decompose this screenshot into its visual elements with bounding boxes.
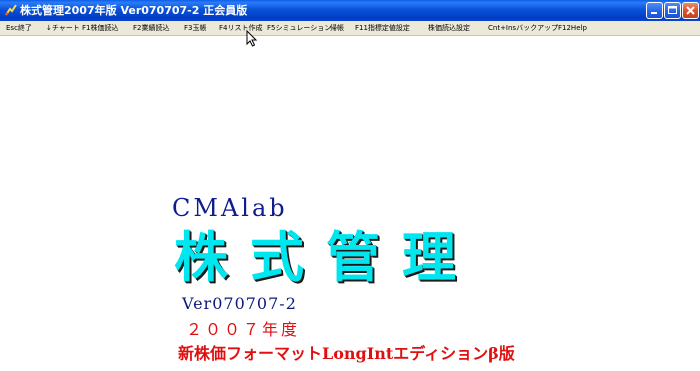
splash-version: Ver070707-2: [182, 294, 297, 313]
close-icon: [686, 6, 695, 15]
menu-item-book[interactable]: 帰帳: [330, 21, 344, 35]
main-window: 株式管理2007年版 Ver070707-2 正会員版 Esc終了 ↓チャート …: [0, 0, 700, 371]
minimize-icon: [651, 12, 657, 14]
menu-item-load-earnings[interactable]: F2業績読込: [133, 21, 169, 35]
splash-brand: CMAlab: [172, 194, 288, 222]
splash-edition: 新株価フォーマットLongIntエディションβ版: [178, 344, 515, 363]
menu-item-indicator-settings[interactable]: F11指標定値設定: [355, 21, 410, 35]
maximize-button[interactable]: [664, 2, 681, 19]
splash-product-title: 株式管理: [174, 225, 478, 289]
menu-item-simulation[interactable]: F5シミュレーション: [267, 21, 331, 35]
menu-item-chart[interactable]: ↓チャート: [46, 21, 80, 35]
mouse-cursor-icon: [246, 30, 258, 47]
app-icon[interactable]: [4, 3, 18, 17]
close-button[interactable]: [682, 2, 699, 19]
maximize-icon: [668, 6, 677, 14]
title-bar[interactable]: 株式管理2007年版 Ver070707-2 正会員版: [0, 0, 700, 21]
menu-item-price-load-settings[interactable]: 株価読込設定: [428, 21, 470, 35]
menu-item-help[interactable]: F12Help: [558, 21, 587, 35]
splash-year: ２００７年度: [186, 320, 301, 339]
menu-bar: Esc終了 ↓チャート F1株価読込 F2業績読込 F3玉帳 F4リスト作成 F…: [0, 21, 700, 36]
menu-item-load-prices[interactable]: F1株価読込: [82, 21, 118, 35]
menu-item-ledger[interactable]: F3玉帳: [184, 21, 206, 35]
minimize-button[interactable]: [646, 2, 663, 19]
menu-item-backup[interactable]: Cnt+Insバックアップ: [488, 21, 558, 35]
window-title: 株式管理2007年版 Ver070707-2 正会員版: [20, 4, 248, 17]
menu-item-exit[interactable]: Esc終了: [6, 21, 32, 35]
